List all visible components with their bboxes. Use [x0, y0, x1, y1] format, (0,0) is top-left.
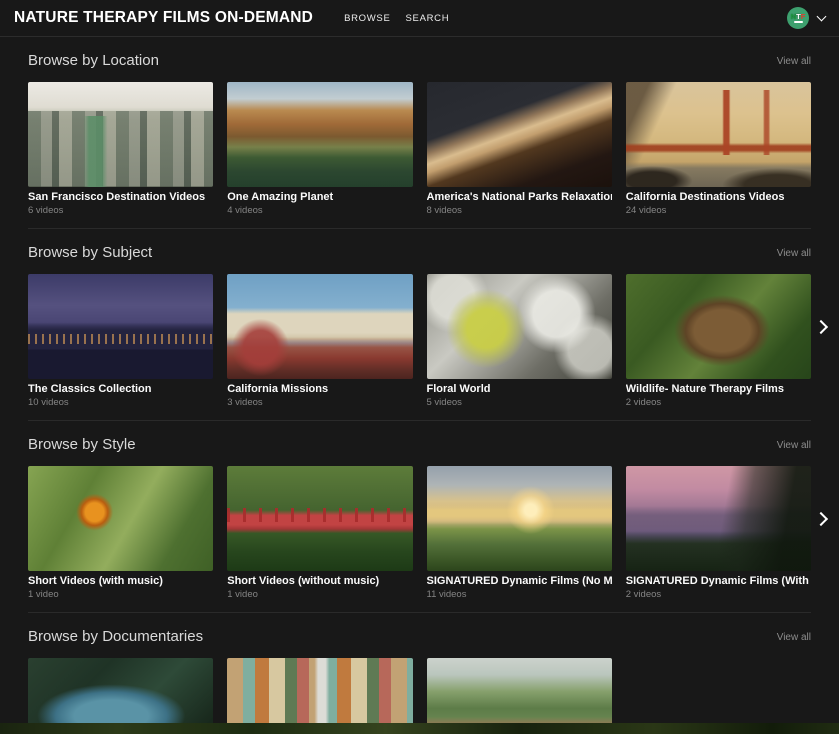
- card-video-count: 4 videos: [227, 205, 412, 216]
- app-header: NATURE THERAPY FILMS ON-DEMAND BROWSE SE…: [0, 0, 839, 37]
- section-title: Browse by Subject: [28, 245, 152, 261]
- thumbnail: [28, 466, 213, 571]
- section-title: Browse by Style: [28, 437, 136, 453]
- scroll-right-button[interactable]: [808, 314, 834, 340]
- card-video-count: 10 videos: [28, 397, 213, 408]
- section-browse-by-subject: Browse by Subject View all The Classics …: [0, 229, 839, 420]
- card-video-count: 3 videos: [227, 397, 412, 408]
- thumbnail: [626, 274, 811, 379]
- thumbnail: [626, 82, 811, 187]
- view-all-link[interactable]: View all: [777, 440, 811, 451]
- chevron-right-icon: [814, 320, 828, 334]
- collection-card[interactable]: SIGNATURED Dynamic Films (With ... 2 vid…: [626, 466, 811, 600]
- card-video-count: 1 video: [28, 589, 213, 600]
- section-title: Browse by Location: [28, 53, 159, 69]
- card-video-count: 1 video: [227, 589, 412, 600]
- scroll-right-button[interactable]: [808, 506, 834, 532]
- collection-card[interactable]: One Amazing Planet 4 videos: [227, 82, 412, 216]
- card-video-count: 24 videos: [626, 205, 811, 216]
- thumbnail: [227, 82, 412, 187]
- collection-card[interactable]: California Missions 3 videos: [227, 274, 412, 408]
- card-video-count: 6 videos: [28, 205, 213, 216]
- collection-card[interactable]: SIGNATURED Dynamic Films (No Mu... 11 vi…: [427, 466, 612, 600]
- collection-card[interactable]: The Classics Collection 10 videos: [28, 274, 213, 408]
- card-title: California Missions: [227, 383, 412, 396]
- card-video-count: 11 videos: [427, 589, 612, 600]
- card-title: Short Videos (without music): [227, 575, 412, 588]
- section-browse-by-documentaries: Browse by Documentaries View all: [0, 613, 839, 734]
- chevron-right-icon: [814, 512, 828, 526]
- chevron-down-icon: [817, 12, 827, 22]
- card-title: Short Videos (with music): [28, 575, 213, 588]
- card-row: The Classics Collection 10 videos Califo…: [28, 274, 811, 408]
- account-menu-button[interactable]: NTF: [787, 7, 825, 29]
- thumbnail: [227, 466, 412, 571]
- nav-search[interactable]: SEARCH: [406, 13, 450, 24]
- thumbnail: [28, 82, 213, 187]
- card-title: California Destinations Videos: [626, 191, 811, 204]
- thumbnail: [427, 466, 612, 571]
- collection-card[interactable]: California Destinations Videos 24 videos: [626, 82, 811, 216]
- thumbnail: [28, 274, 213, 379]
- collection-card[interactable]: America's National Parks Relaxation ... …: [427, 82, 612, 216]
- card-video-count: 2 videos: [626, 397, 811, 408]
- card-row: Short Videos (with music) 1 video Short …: [28, 466, 811, 600]
- collection-card[interactable]: Short Videos (with music) 1 video: [28, 466, 213, 600]
- collection-card[interactable]: Wildlife- Nature Therapy Films 2 videos: [626, 274, 811, 408]
- card-title: SIGNATURED Dynamic Films (With ...: [626, 575, 811, 588]
- brand-title[interactable]: NATURE THERAPY FILMS ON-DEMAND: [14, 9, 313, 27]
- card-video-count: 8 videos: [427, 205, 612, 216]
- thumbnail: [626, 466, 811, 571]
- card-title: Wildlife- Nature Therapy Films: [626, 383, 811, 396]
- thumbnail: [227, 274, 412, 379]
- card-title: America's National Parks Relaxation ...: [427, 191, 612, 204]
- avatar-letter: F: [801, 13, 806, 21]
- card-title: SIGNATURED Dynamic Films (No Mu...: [427, 575, 612, 588]
- collection-card[interactable]: Short Videos (without music) 1 video: [227, 466, 412, 600]
- view-all-link[interactable]: View all: [777, 632, 811, 643]
- thumbnail: [427, 274, 612, 379]
- card-video-count: 2 videos: [626, 589, 811, 600]
- avatar: NTF: [787, 7, 809, 29]
- avatar-underline: [794, 21, 803, 23]
- main-nav: BROWSE SEARCH: [329, 13, 449, 24]
- section-browse-by-style: Browse by Style View all Short Videos (w…: [0, 421, 839, 612]
- view-all-link[interactable]: View all: [777, 248, 811, 259]
- view-all-link[interactable]: View all: [777, 56, 811, 67]
- nav-browse[interactable]: BROWSE: [344, 13, 390, 24]
- collection-card[interactable]: San Francisco Destination Videos 6 video…: [28, 82, 213, 216]
- card-title: Floral World: [427, 383, 612, 396]
- card-title: One Amazing Planet: [227, 191, 412, 204]
- thumbnail: [427, 82, 612, 187]
- collection-card[interactable]: Floral World 5 videos: [427, 274, 612, 408]
- card-title: The Classics Collection: [28, 383, 213, 396]
- avatar-logo: NTF: [791, 13, 806, 21]
- card-row: San Francisco Destination Videos 6 video…: [28, 82, 811, 216]
- next-row-preview: [0, 723, 839, 734]
- card-title: San Francisco Destination Videos: [28, 191, 213, 204]
- card-video-count: 5 videos: [427, 397, 612, 408]
- section-title: Browse by Documentaries: [28, 629, 203, 645]
- section-browse-by-location: Browse by Location View all San Francisc…: [0, 37, 839, 228]
